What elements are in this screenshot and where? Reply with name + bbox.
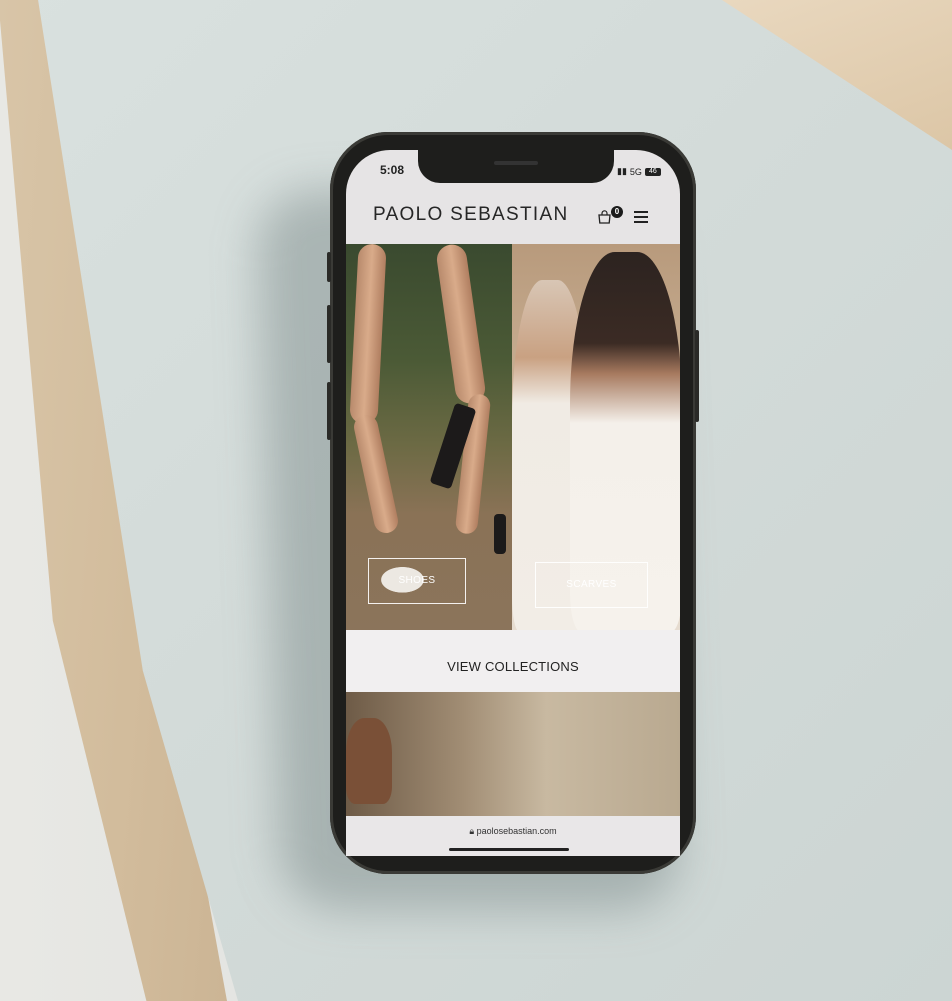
view-collections-link[interactable]: VIEW COLLECTIONS bbox=[346, 659, 680, 674]
volume-button-bottom bbox=[327, 382, 331, 440]
url-text[interactable]: 🔒︎ paolosebastian.com bbox=[346, 826, 680, 837]
decorative-leg bbox=[351, 412, 401, 536]
scarves-label[interactable]: SCARVES bbox=[535, 562, 648, 608]
collections-preview-image[interactable] bbox=[346, 692, 680, 816]
shopping-bag-icon[interactable] bbox=[597, 210, 612, 224]
home-indicator[interactable] bbox=[449, 848, 569, 851]
battery-icon: 46 bbox=[644, 167, 661, 176]
view-collections-bar[interactable]: VIEW COLLECTIONS bbox=[346, 630, 680, 692]
browser-url-bar[interactable]: 🔒︎ paolosebastian.com bbox=[346, 816, 680, 856]
volume-button-upper bbox=[327, 252, 331, 282]
hamburger-menu-icon[interactable] bbox=[634, 211, 648, 223]
shoes-label[interactable]: SHOES bbox=[368, 558, 466, 604]
phone-notch bbox=[418, 150, 614, 183]
decorative-leg bbox=[435, 244, 487, 406]
signal-icon: ▮▮ bbox=[617, 166, 627, 176]
status-indicators: ▮▮ 5G 46 bbox=[617, 166, 661, 177]
volume-button-lower bbox=[327, 305, 331, 363]
decorative-portrait bbox=[346, 718, 392, 804]
power-button bbox=[695, 330, 699, 422]
status-time: 5:08 bbox=[380, 163, 405, 177]
decorative-heel bbox=[494, 514, 506, 554]
url-label: paolosebastian.com bbox=[476, 826, 557, 836]
lock-icon: 🔒︎ bbox=[469, 826, 477, 836]
bag-count-badge: 0 bbox=[611, 206, 623, 218]
decorative-leg bbox=[349, 244, 387, 425]
network-label: 5G bbox=[629, 166, 642, 177]
brand-logo[interactable]: PAOLO SEBASTIAN bbox=[373, 204, 568, 226]
phone-speaker bbox=[494, 161, 538, 165]
